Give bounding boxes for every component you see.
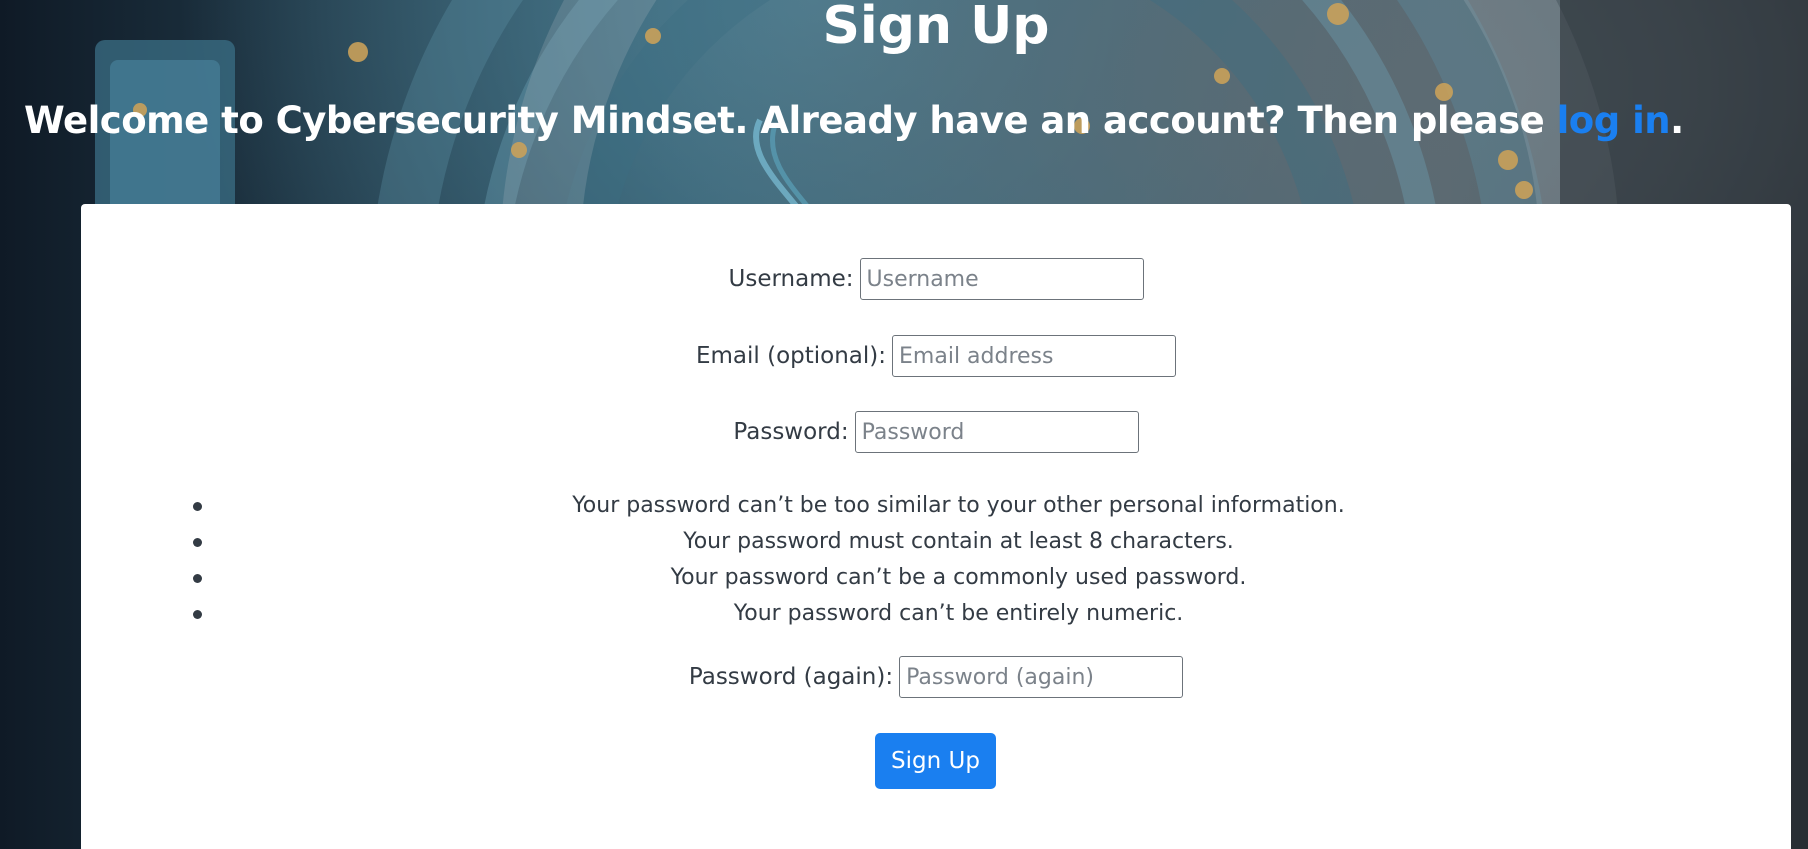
username-row: Username: — [81, 258, 1791, 300]
password-again-row: Password (again): — [81, 656, 1791, 698]
list-item: Your password must contain at least 8 ch… — [81, 524, 1791, 560]
sign-up-button[interactable]: Sign Up — [875, 733, 996, 789]
username-input[interactable] — [859, 258, 1144, 300]
login-link[interactable]: log in — [1557, 99, 1671, 142]
welcome-message: Welcome to Cybersecurity Mindset. Alread… — [24, 97, 1684, 145]
password-requirements-list: Your password can’t be too similar to yo… — [81, 488, 1791, 632]
welcome-text: Welcome to Cybersecurity Mindset. Alread… — [24, 99, 1557, 142]
page-title: Sign Up — [822, 0, 1050, 56]
password-hint: Your password can’t be a commonly used p… — [670, 565, 1247, 590]
password-hint: Your password must contain at least 8 ch… — [683, 529, 1234, 554]
email-input[interactable] — [892, 335, 1177, 377]
email-row: Email (optional): — [81, 335, 1791, 377]
list-item: Your password can’t be entirely numeric. — [81, 596, 1791, 632]
page: Sign Up Welcome to Cybersecurity Mindset… — [0, 0, 1808, 849]
welcome-suffix: . — [1670, 99, 1684, 142]
bullet-icon — [193, 502, 202, 511]
password-again-label: Password (again): — [688, 664, 894, 690]
email-label: Email (optional): — [695, 343, 887, 369]
password-hint: Your password can’t be entirely numeric. — [733, 601, 1184, 626]
password-label: Password: — [733, 419, 849, 445]
password-hint: Your password can’t be too similar to yo… — [572, 493, 1345, 518]
bullet-icon — [193, 538, 202, 547]
signup-form-card: Username: Email (optional): Password: Yo… — [81, 204, 1791, 849]
list-item: Your password can’t be a commonly used p… — [81, 560, 1791, 596]
password-input[interactable] — [854, 411, 1139, 453]
bullet-icon — [193, 610, 202, 619]
password-row: Password: — [81, 411, 1791, 453]
username-label: Username: — [728, 266, 854, 292]
list-item: Your password can’t be too similar to yo… — [81, 488, 1791, 524]
password-again-input[interactable] — [899, 656, 1184, 698]
bullet-icon — [193, 574, 202, 583]
